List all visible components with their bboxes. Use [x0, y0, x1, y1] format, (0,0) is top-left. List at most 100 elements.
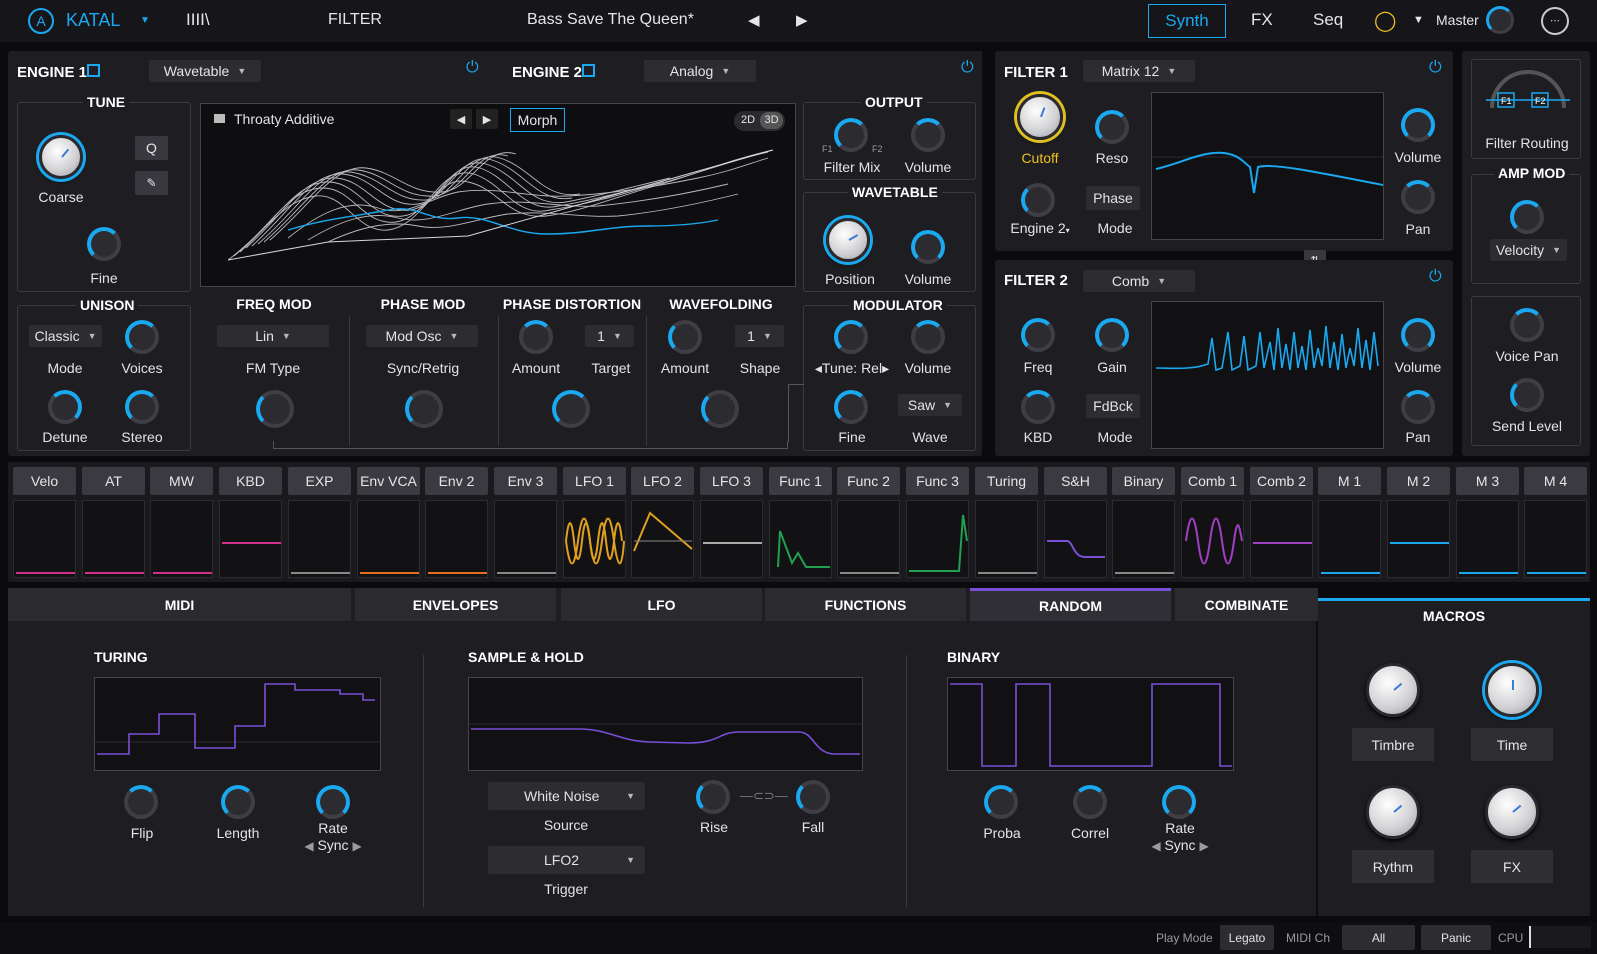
correl-knob[interactable]: [1073, 785, 1107, 819]
mod-source-preview[interactable]: [425, 500, 488, 578]
mod-source-preview[interactable]: [769, 500, 832, 578]
wf-amount-knob[interactable]: [668, 320, 702, 354]
mod-source-preview[interactable]: [150, 500, 213, 578]
tab-fx[interactable]: FX: [1251, 0, 1273, 40]
mod-source-preview[interactable]: [1044, 500, 1107, 578]
lightbulb-icon[interactable]: ◯: [1374, 0, 1396, 40]
mod-source-tab[interactable]: Func 1: [769, 467, 832, 495]
fx-macro-knob[interactable]: [1485, 785, 1539, 839]
filter2-type-dropdown[interactable]: Comb ▼: [1083, 270, 1195, 292]
filter1-pan-knob[interactable]: [1401, 180, 1435, 214]
mod-source-tab[interactable]: Turing: [975, 467, 1038, 495]
tab-random[interactable]: RANDOM: [970, 588, 1171, 621]
tab-envelopes[interactable]: ENVELOPES: [355, 588, 556, 621]
play-mode-button[interactable]: Legato: [1220, 925, 1274, 950]
engine2-type-dropdown[interactable]: Analog ▼: [644, 60, 756, 82]
mod-source-preview[interactable]: [219, 500, 282, 578]
binary-rate-knob[interactable]: [1162, 785, 1196, 819]
length-knob[interactable]: [221, 785, 255, 819]
mod-source-preview[interactable]: [288, 500, 351, 578]
mod-source-tab[interactable]: M 1: [1318, 467, 1381, 495]
fm-amount-knob[interactable]: [256, 390, 294, 428]
mod-source-preview[interactable]: [1456, 500, 1519, 578]
brand-menu-icon[interactable]: ▼: [140, 0, 150, 40]
filter2-volume-knob[interactable]: [1401, 318, 1435, 352]
preset-browser-button[interactable]: IIII\: [186, 0, 210, 40]
detune-knob[interactable]: [48, 390, 82, 424]
rythm-macro-label[interactable]: Rythm: [1352, 850, 1434, 883]
mod-source-preview[interactable]: [1181, 500, 1244, 578]
position-knob[interactable]: [826, 218, 870, 262]
engine2-power-icon[interactable]: ⏻: [961, 59, 974, 77]
mod-fine-knob[interactable]: [834, 390, 868, 424]
mod-volume-knob[interactable]: [911, 320, 945, 354]
mod-source-tab[interactable]: Comb 2: [1250, 467, 1313, 495]
mod-source-tab[interactable]: Env VCA: [357, 467, 420, 495]
wf-mod-knob[interactable]: [701, 390, 739, 428]
mod-source-tab[interactable]: LFO 2: [631, 467, 694, 495]
rythm-macro-knob[interactable]: [1366, 785, 1420, 839]
filter2-mode-dropdown[interactable]: FdBck: [1086, 394, 1140, 418]
mod-source-preview[interactable]: [837, 500, 900, 578]
phase-mod-dropdown[interactable]: Mod Osc ▼: [366, 325, 478, 347]
wf-shape-dropdown[interactable]: 1 ▼: [735, 325, 784, 347]
wavetable-name[interactable]: Throaty Additive: [234, 111, 334, 127]
mod-source-preview[interactable]: [357, 500, 420, 578]
tab-functions[interactable]: FUNCTIONS: [765, 588, 966, 621]
folder-icon[interactable]: [214, 114, 225, 123]
next-wavetable-icon[interactable]: ▶: [476, 109, 498, 129]
mod-source-tab[interactable]: S&H: [1044, 467, 1107, 495]
fm-type-dropdown[interactable]: Lin ▼: [217, 325, 329, 347]
tab-combinate[interactable]: COMBINATE: [1175, 588, 1318, 621]
mod-source-tab[interactable]: M 3: [1456, 467, 1519, 495]
stereo-knob[interactable]: [125, 390, 159, 424]
mod-source-preview[interactable]: [82, 500, 145, 578]
binary-sync-label[interactable]: ◀ Sync ▶: [1151, 837, 1208, 853]
arturia-logo-icon[interactable]: A: [28, 8, 54, 34]
time-macro-label[interactable]: Time: [1471, 728, 1553, 761]
mod-source-tab[interactable]: M 4: [1524, 467, 1587, 495]
turing-sync-label[interactable]: ◀ Sync ▶: [304, 837, 361, 853]
mod-source-preview[interactable]: [1387, 500, 1450, 578]
dropdown-icon[interactable]: ▼: [1413, 0, 1424, 40]
phase-mod-amount-knob[interactable]: [405, 390, 443, 428]
view-3d-button[interactable]: 3D: [760, 112, 783, 129]
tab-seq[interactable]: Seq: [1313, 0, 1343, 40]
midi-ch-button[interactable]: All: [1342, 925, 1415, 950]
mod-source-tab[interactable]: LFO 1: [563, 467, 626, 495]
filter1-type-dropdown[interactable]: Matrix 12 ▼: [1083, 60, 1195, 82]
filter2-freq-knob[interactable]: [1021, 318, 1055, 352]
send-level-knob[interactable]: [1510, 378, 1544, 412]
mod-source-preview[interactable]: [13, 500, 76, 578]
mod-wave-dropdown[interactable]: Saw ▼: [898, 394, 962, 416]
mod-source-preview[interactable]: [563, 500, 626, 578]
mod-source-preview[interactable]: [906, 500, 969, 578]
coarse-knob[interactable]: [39, 135, 83, 179]
next-preset-icon[interactable]: ▶: [796, 0, 808, 40]
filter-routing-icon[interactable]: [1486, 68, 1570, 120]
mod-source-tab[interactable]: Env 3: [494, 467, 557, 495]
time-macro-knob[interactable]: [1485, 663, 1539, 717]
amp-mod-dropdown[interactable]: Velocity ▼: [1490, 239, 1567, 261]
preset-name[interactable]: Bass Save The Queen*: [527, 0, 694, 40]
mod-source-preview[interactable]: [1524, 500, 1587, 578]
voices-knob[interactable]: [125, 320, 159, 354]
view-2d-button[interactable]: 2D: [741, 114, 755, 126]
mod-source-preview[interactable]: [975, 500, 1038, 578]
filter1-engine-label[interactable]: Engine 2▾: [1010, 220, 1069, 236]
mod-source-tab[interactable]: EXP: [288, 467, 351, 495]
mod-source-preview[interactable]: [1318, 500, 1381, 578]
flip-knob[interactable]: [124, 785, 158, 819]
mod-source-tab[interactable]: Binary: [1112, 467, 1175, 495]
tab-synth[interactable]: Synth: [1148, 4, 1226, 38]
mod-source-tab[interactable]: Func 2: [837, 467, 900, 495]
tab-lfo[interactable]: LFO: [561, 588, 762, 621]
mod-source-tab[interactable]: Func 3: [906, 467, 969, 495]
wavetable-volume-knob[interactable]: [911, 230, 945, 264]
turing-rate-knob[interactable]: [316, 785, 350, 819]
timbre-macro-label[interactable]: Timbre: [1352, 728, 1434, 761]
fx-macro-label[interactable]: FX: [1471, 850, 1553, 883]
pd-mod-knob[interactable]: [552, 390, 590, 428]
output-volume-knob[interactable]: [911, 118, 945, 152]
mod-source-tab[interactable]: KBD: [219, 467, 282, 495]
